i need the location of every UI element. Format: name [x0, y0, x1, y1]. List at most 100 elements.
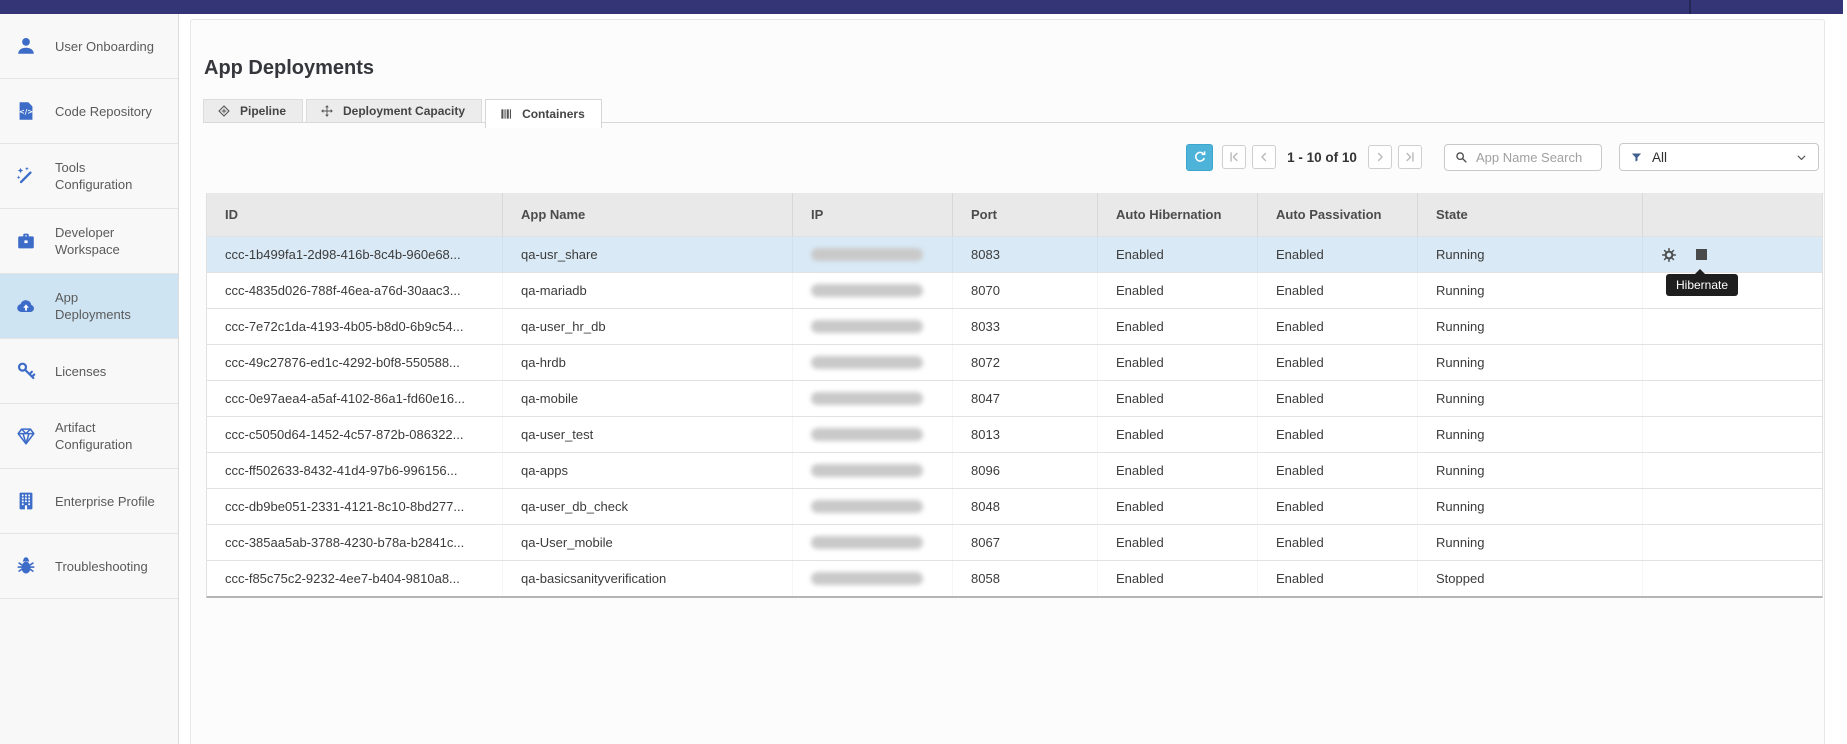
table-row[interactable]: ccc-db9be051-2331-4121-8c10-8bd277...qa-… — [207, 488, 1822, 524]
table-row[interactable]: ccc-7e72c1da-4193-4b05-b8d0-6b9c54...qa-… — [207, 308, 1822, 344]
cell-ip — [792, 561, 952, 596]
last-page-icon — [1403, 150, 1417, 164]
previous-page-icon — [1257, 150, 1271, 164]
settings-gear-icon[interactable] — [1661, 247, 1677, 263]
sidebar-item-enterprise-profile[interactable]: Enterprise Profile — [0, 469, 178, 534]
cell-id: ccc-4835d026-788f-46ea-a76d-30aac3... — [207, 273, 502, 308]
cell-auto-hibernation: Enabled — [1097, 489, 1257, 524]
cell-state: Running — [1417, 381, 1642, 416]
tab-label: Pipeline — [240, 104, 286, 118]
sidebar-item-label: Tools Configuration — [55, 159, 155, 193]
bug-icon — [15, 555, 37, 577]
cell-actions — [1642, 345, 1822, 380]
user-icon — [15, 35, 37, 57]
ip-redacted-value — [811, 392, 923, 405]
sidebar-item-app-deployments[interactable]: App Deployments — [0, 274, 178, 339]
table-row[interactable]: ccc-4835d026-788f-46ea-a76d-30aac3...qa-… — [207, 272, 1822, 308]
cell-app-name: qa-usr_share — [502, 237, 792, 272]
last-page-button[interactable] — [1398, 145, 1422, 169]
table-row[interactable]: ccc-ff502633-8432-41d4-97b6-996156...qa-… — [207, 452, 1822, 488]
cell-id: ccc-385aa5ab-3788-4230-b78a-b2841c... — [207, 525, 502, 560]
cell-auto-hibernation: Enabled — [1097, 309, 1257, 344]
app-name-search-input[interactable] — [1474, 149, 1601, 166]
column-header-auto-hibernation: Auto Hibernation — [1097, 193, 1257, 236]
tab-label: Containers — [522, 107, 585, 121]
cell-auto-hibernation: Enabled — [1097, 525, 1257, 560]
cell-app-name: qa-hrdb — [502, 345, 792, 380]
ip-redacted-value — [811, 320, 923, 333]
cell-app-name: qa-mariadb — [502, 273, 792, 308]
containers-table: IDApp NameIPPortAuto HibernationAuto Pas… — [206, 193, 1823, 598]
filter-funnel-icon — [1630, 151, 1643, 164]
tab-containers[interactable]: Containers — [485, 99, 602, 128]
cell-actions — [1642, 525, 1822, 560]
next-page-button[interactable] — [1368, 145, 1392, 169]
hibernate-stop-icon[interactable] — [1696, 249, 1707, 260]
tab-pipeline[interactable]: Pipeline — [203, 99, 303, 122]
cell-ip — [792, 381, 952, 416]
cell-port: 8013 — [952, 417, 1097, 452]
cell-actions — [1642, 489, 1822, 524]
sidebar-item-label: Code Repository — [55, 103, 155, 120]
cell-port: 8067 — [952, 525, 1097, 560]
sidebar-item-user-onboarding[interactable]: User Onboarding — [0, 14, 178, 79]
sidebar-item-label: Artifact Configuration — [55, 419, 155, 453]
cell-state: Running — [1417, 345, 1642, 380]
cell-auto-passivation: Enabled — [1257, 309, 1417, 344]
cell-actions: Hibernate — [1642, 237, 1822, 272]
cell-port: 8072 — [952, 345, 1097, 380]
chevron-down-icon — [1795, 151, 1808, 164]
ip-redacted-value — [811, 464, 923, 477]
sidebar-item-label: App Deployments — [55, 289, 155, 323]
sidebar-item-troubleshooting[interactable]: Troubleshooting — [0, 534, 178, 599]
filter-selected-value: All — [1652, 150, 1795, 165]
sidebar-item-licenses[interactable]: Licenses — [0, 339, 178, 404]
diamond-icon — [15, 425, 37, 447]
state-filter-select[interactable]: All — [1619, 143, 1819, 171]
first-page-button[interactable] — [1222, 145, 1246, 169]
cell-port: 8047 — [952, 381, 1097, 416]
table-row[interactable]: ccc-f85c75c2-9232-4ee7-b404-9810a8...qa-… — [207, 560, 1822, 596]
sidebar-item-label: Licenses — [55, 363, 155, 380]
refresh-button[interactable] — [1186, 144, 1213, 171]
tab-deployment-capacity[interactable]: Deployment Capacity — [306, 99, 482, 122]
sidebar-item-developer-workspace[interactable]: Developer Workspace — [0, 209, 178, 274]
sidebar-item-label: User Onboarding — [55, 38, 155, 55]
column-header-port: Port — [952, 193, 1097, 236]
key-icon — [15, 360, 37, 382]
column-header-state: State — [1417, 193, 1642, 236]
tab-label: Deployment Capacity — [343, 104, 465, 118]
cell-auto-hibernation: Enabled — [1097, 417, 1257, 452]
cell-actions — [1642, 309, 1822, 344]
cell-actions — [1642, 417, 1822, 452]
cell-app-name: qa-basicsanityverification — [502, 561, 792, 596]
cell-state: Running — [1417, 453, 1642, 488]
ip-redacted-value — [811, 284, 923, 297]
cell-id: ccc-0e97aea4-a5af-4102-86a1-fd60e16... — [207, 381, 502, 416]
table-row[interactable]: ccc-1b499fa1-2d98-416b-8c4b-960e68...qa-… — [207, 236, 1822, 272]
cell-auto-hibernation: Enabled — [1097, 345, 1257, 380]
table-row[interactable]: ccc-49c27876-ed1c-4292-b0f8-550588...qa-… — [207, 344, 1822, 380]
cell-ip — [792, 453, 952, 488]
cell-auto-passivation: Enabled — [1257, 345, 1417, 380]
table-toolbar: 1 - 10 of 10 All — [1186, 143, 1819, 171]
column-header-auto-passivation: Auto Passivation — [1257, 193, 1417, 236]
sidebar-item-tools-configuration[interactable]: Tools Configuration — [0, 144, 178, 209]
previous-page-button[interactable] — [1252, 145, 1276, 169]
sidebar-item-code-repository[interactable]: </>Code Repository — [0, 79, 178, 144]
first-page-icon — [1227, 150, 1241, 164]
table-row[interactable]: ccc-385aa5ab-3788-4230-b78a-b2841c...qa-… — [207, 524, 1822, 560]
cell-ip — [792, 489, 952, 524]
top-bar — [0, 0, 1843, 14]
cell-app-name: qa-mobile — [502, 381, 792, 416]
table-header-row: IDApp NameIPPortAuto HibernationAuto Pas… — [207, 193, 1822, 236]
sidebar-item-label: Enterprise Profile — [55, 493, 155, 510]
cell-app-name: qa-User_mobile — [502, 525, 792, 560]
table-row[interactable]: ccc-c5050d64-1452-4c57-872b-086322...qa-… — [207, 416, 1822, 452]
sidebar-item-artifact-configuration[interactable]: Artifact Configuration — [0, 404, 178, 469]
column-header-app-name: App Name — [502, 193, 792, 236]
table-row[interactable]: ccc-0e97aea4-a5af-4102-86a1-fd60e16...qa… — [207, 380, 1822, 416]
top-bar-divider — [1689, 0, 1691, 14]
table-body: ccc-1b499fa1-2d98-416b-8c4b-960e68...qa-… — [207, 236, 1822, 596]
cell-state: Running — [1417, 525, 1642, 560]
